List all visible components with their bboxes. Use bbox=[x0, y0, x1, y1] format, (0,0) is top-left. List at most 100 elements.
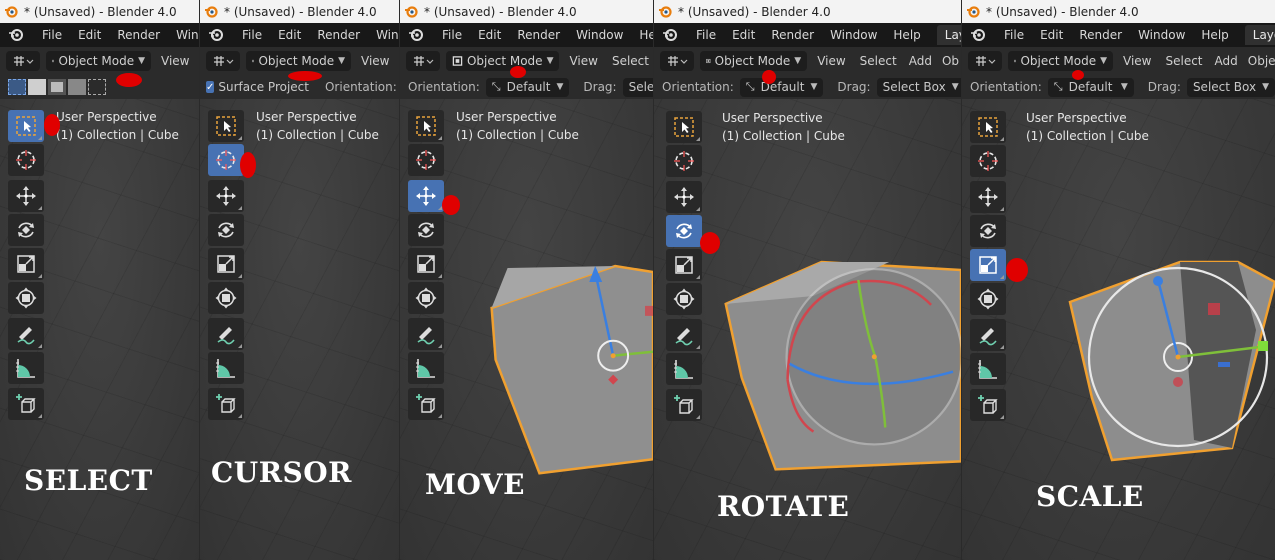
tool-measure[interactable] bbox=[8, 352, 44, 384]
menu-file[interactable]: File bbox=[34, 28, 70, 42]
tool-cursor[interactable] bbox=[208, 144, 244, 176]
menu-window[interactable]: Window bbox=[568, 28, 631, 42]
menu-object[interactable]: Ob bbox=[940, 54, 961, 68]
menu-window[interactable]: Window bbox=[822, 28, 885, 42]
drag-dropdown[interactable]: Select Box ▼ bbox=[876, 77, 961, 97]
tool-transform[interactable] bbox=[208, 282, 244, 314]
menu-window[interactable]: Window bbox=[168, 28, 199, 42]
tool-move[interactable] bbox=[408, 180, 444, 212]
mode-select[interactable]: Object Mode ▼ bbox=[246, 51, 351, 71]
tool-cursor[interactable] bbox=[8, 144, 44, 176]
tool-select-box[interactable] bbox=[8, 110, 44, 142]
select-mode-new-icon[interactable] bbox=[8, 79, 26, 95]
menu-edit[interactable]: Edit bbox=[470, 28, 509, 42]
orientation-dropdown[interactable]: ⤡ Default ▼ bbox=[1047, 77, 1134, 97]
tool-measure[interactable] bbox=[408, 352, 444, 384]
select-mode-intersect-icon[interactable] bbox=[88, 79, 106, 95]
tool-cursor[interactable] bbox=[666, 145, 702, 177]
tool-select-box[interactable] bbox=[970, 111, 1006, 143]
blender-menu-icon[interactable] bbox=[408, 27, 424, 43]
select-mode-subtract-icon[interactable] bbox=[48, 79, 66, 95]
tool-measure[interactable] bbox=[666, 353, 702, 385]
editor-type-button[interactable] bbox=[660, 51, 694, 71]
menu-select[interactable]: Select bbox=[856, 54, 901, 68]
tool-move[interactable] bbox=[8, 180, 44, 212]
select-mode-invert-icon[interactable] bbox=[68, 79, 86, 95]
menu-edit[interactable]: Edit bbox=[70, 28, 109, 42]
tool-transform[interactable] bbox=[666, 283, 702, 315]
tool-annotate[interactable] bbox=[208, 318, 244, 350]
tool-scale[interactable] bbox=[8, 248, 44, 280]
editor-type-button[interactable] bbox=[206, 51, 240, 71]
surface-project-checkbox[interactable]: ✓ bbox=[206, 81, 215, 93]
blender-menu-icon[interactable] bbox=[8, 27, 24, 43]
tool-select-box[interactable] bbox=[666, 111, 702, 143]
tool-select-box[interactable] bbox=[408, 110, 444, 142]
tool-move[interactable] bbox=[208, 180, 244, 212]
menu-file[interactable]: File bbox=[688, 28, 724, 42]
tool-rotate[interactable] bbox=[970, 215, 1006, 247]
menu-render[interactable]: Render bbox=[763, 28, 822, 42]
tool-annotate[interactable] bbox=[970, 319, 1006, 351]
menu-view[interactable]: View bbox=[1113, 54, 1161, 68]
drag-dropdown[interactable]: Select Box ▼ bbox=[1186, 77, 1275, 97]
tool-move[interactable] bbox=[666, 181, 702, 213]
workspace-tab-layout[interactable]: Layout bbox=[936, 25, 961, 45]
menu-add[interactable]: Add bbox=[901, 54, 940, 68]
menu-view[interactable]: View bbox=[807, 54, 855, 68]
tool-select-box[interactable] bbox=[208, 110, 244, 142]
tool-measure[interactable] bbox=[208, 352, 244, 384]
orientation-dropdown[interactable]: ⤡ Default ▼ bbox=[485, 77, 570, 97]
menu-select[interactable]: Select bbox=[1161, 54, 1206, 68]
menu-render[interactable]: Render bbox=[309, 28, 368, 42]
tool-add-cube[interactable] bbox=[970, 389, 1006, 421]
menu-edit[interactable]: Edit bbox=[270, 28, 309, 42]
mode-select[interactable]: Object Mode ▼ bbox=[700, 51, 808, 71]
drag-dropdown[interactable]: Selec bbox=[622, 77, 653, 97]
menu-render[interactable]: Render bbox=[1071, 28, 1130, 42]
menu-help[interactable]: Help bbox=[631, 28, 653, 42]
mode-select[interactable]: Object Mode ▼ bbox=[46, 51, 151, 71]
tool-transform[interactable] bbox=[408, 282, 444, 314]
tool-scale[interactable] bbox=[970, 249, 1006, 281]
tool-rotate[interactable] bbox=[208, 214, 244, 246]
tool-transform[interactable] bbox=[8, 282, 44, 314]
orientation-dropdown[interactable]: ⤡ Default ▼ bbox=[739, 77, 824, 97]
workspace-tab-layout[interactable]: Layout bbox=[1244, 25, 1275, 45]
mode-select[interactable]: Object Mode ▼ bbox=[446, 51, 560, 71]
tool-scale[interactable] bbox=[666, 249, 702, 281]
menu-edit[interactable]: Edit bbox=[724, 28, 763, 42]
tool-rotate[interactable] bbox=[408, 214, 444, 246]
select-mode-extend-icon[interactable] bbox=[28, 79, 46, 95]
menu-file[interactable]: File bbox=[234, 28, 270, 42]
blender-menu-icon[interactable] bbox=[662, 27, 678, 43]
menu-add[interactable]: Add bbox=[1207, 54, 1246, 68]
tool-add-cube[interactable] bbox=[666, 389, 702, 421]
blender-menu-icon[interactable] bbox=[970, 27, 986, 43]
menu-window[interactable]: Window bbox=[1130, 28, 1193, 42]
menu-edit[interactable]: Edit bbox=[1032, 28, 1071, 42]
tool-scale[interactable] bbox=[408, 248, 444, 280]
menu-select[interactable]: Select bbox=[608, 54, 653, 68]
menu-object[interactable]: Obje bbox=[1246, 54, 1275, 68]
tool-annotate[interactable] bbox=[408, 318, 444, 350]
menu-help[interactable]: Help bbox=[1193, 28, 1236, 42]
menu-file[interactable]: File bbox=[434, 28, 470, 42]
editor-type-button[interactable] bbox=[6, 51, 40, 71]
tool-cursor[interactable] bbox=[970, 145, 1006, 177]
tool-scale[interactable] bbox=[208, 248, 244, 280]
tool-annotate[interactable] bbox=[8, 318, 44, 350]
tool-add-cube[interactable] bbox=[208, 388, 244, 420]
menu-view[interactable]: View bbox=[151, 54, 199, 68]
tool-measure[interactable] bbox=[970, 353, 1006, 385]
editor-type-button[interactable] bbox=[968, 51, 1002, 71]
tool-annotate[interactable] bbox=[666, 319, 702, 351]
tool-rotate[interactable] bbox=[8, 214, 44, 246]
tool-add-cube[interactable] bbox=[8, 388, 44, 420]
menu-file[interactable]: File bbox=[996, 28, 1032, 42]
tool-add-cube[interactable] bbox=[408, 388, 444, 420]
editor-type-button[interactable] bbox=[406, 51, 440, 71]
tool-rotate[interactable] bbox=[666, 215, 702, 247]
menu-view[interactable]: View bbox=[351, 54, 399, 68]
tool-move[interactable] bbox=[970, 181, 1006, 213]
